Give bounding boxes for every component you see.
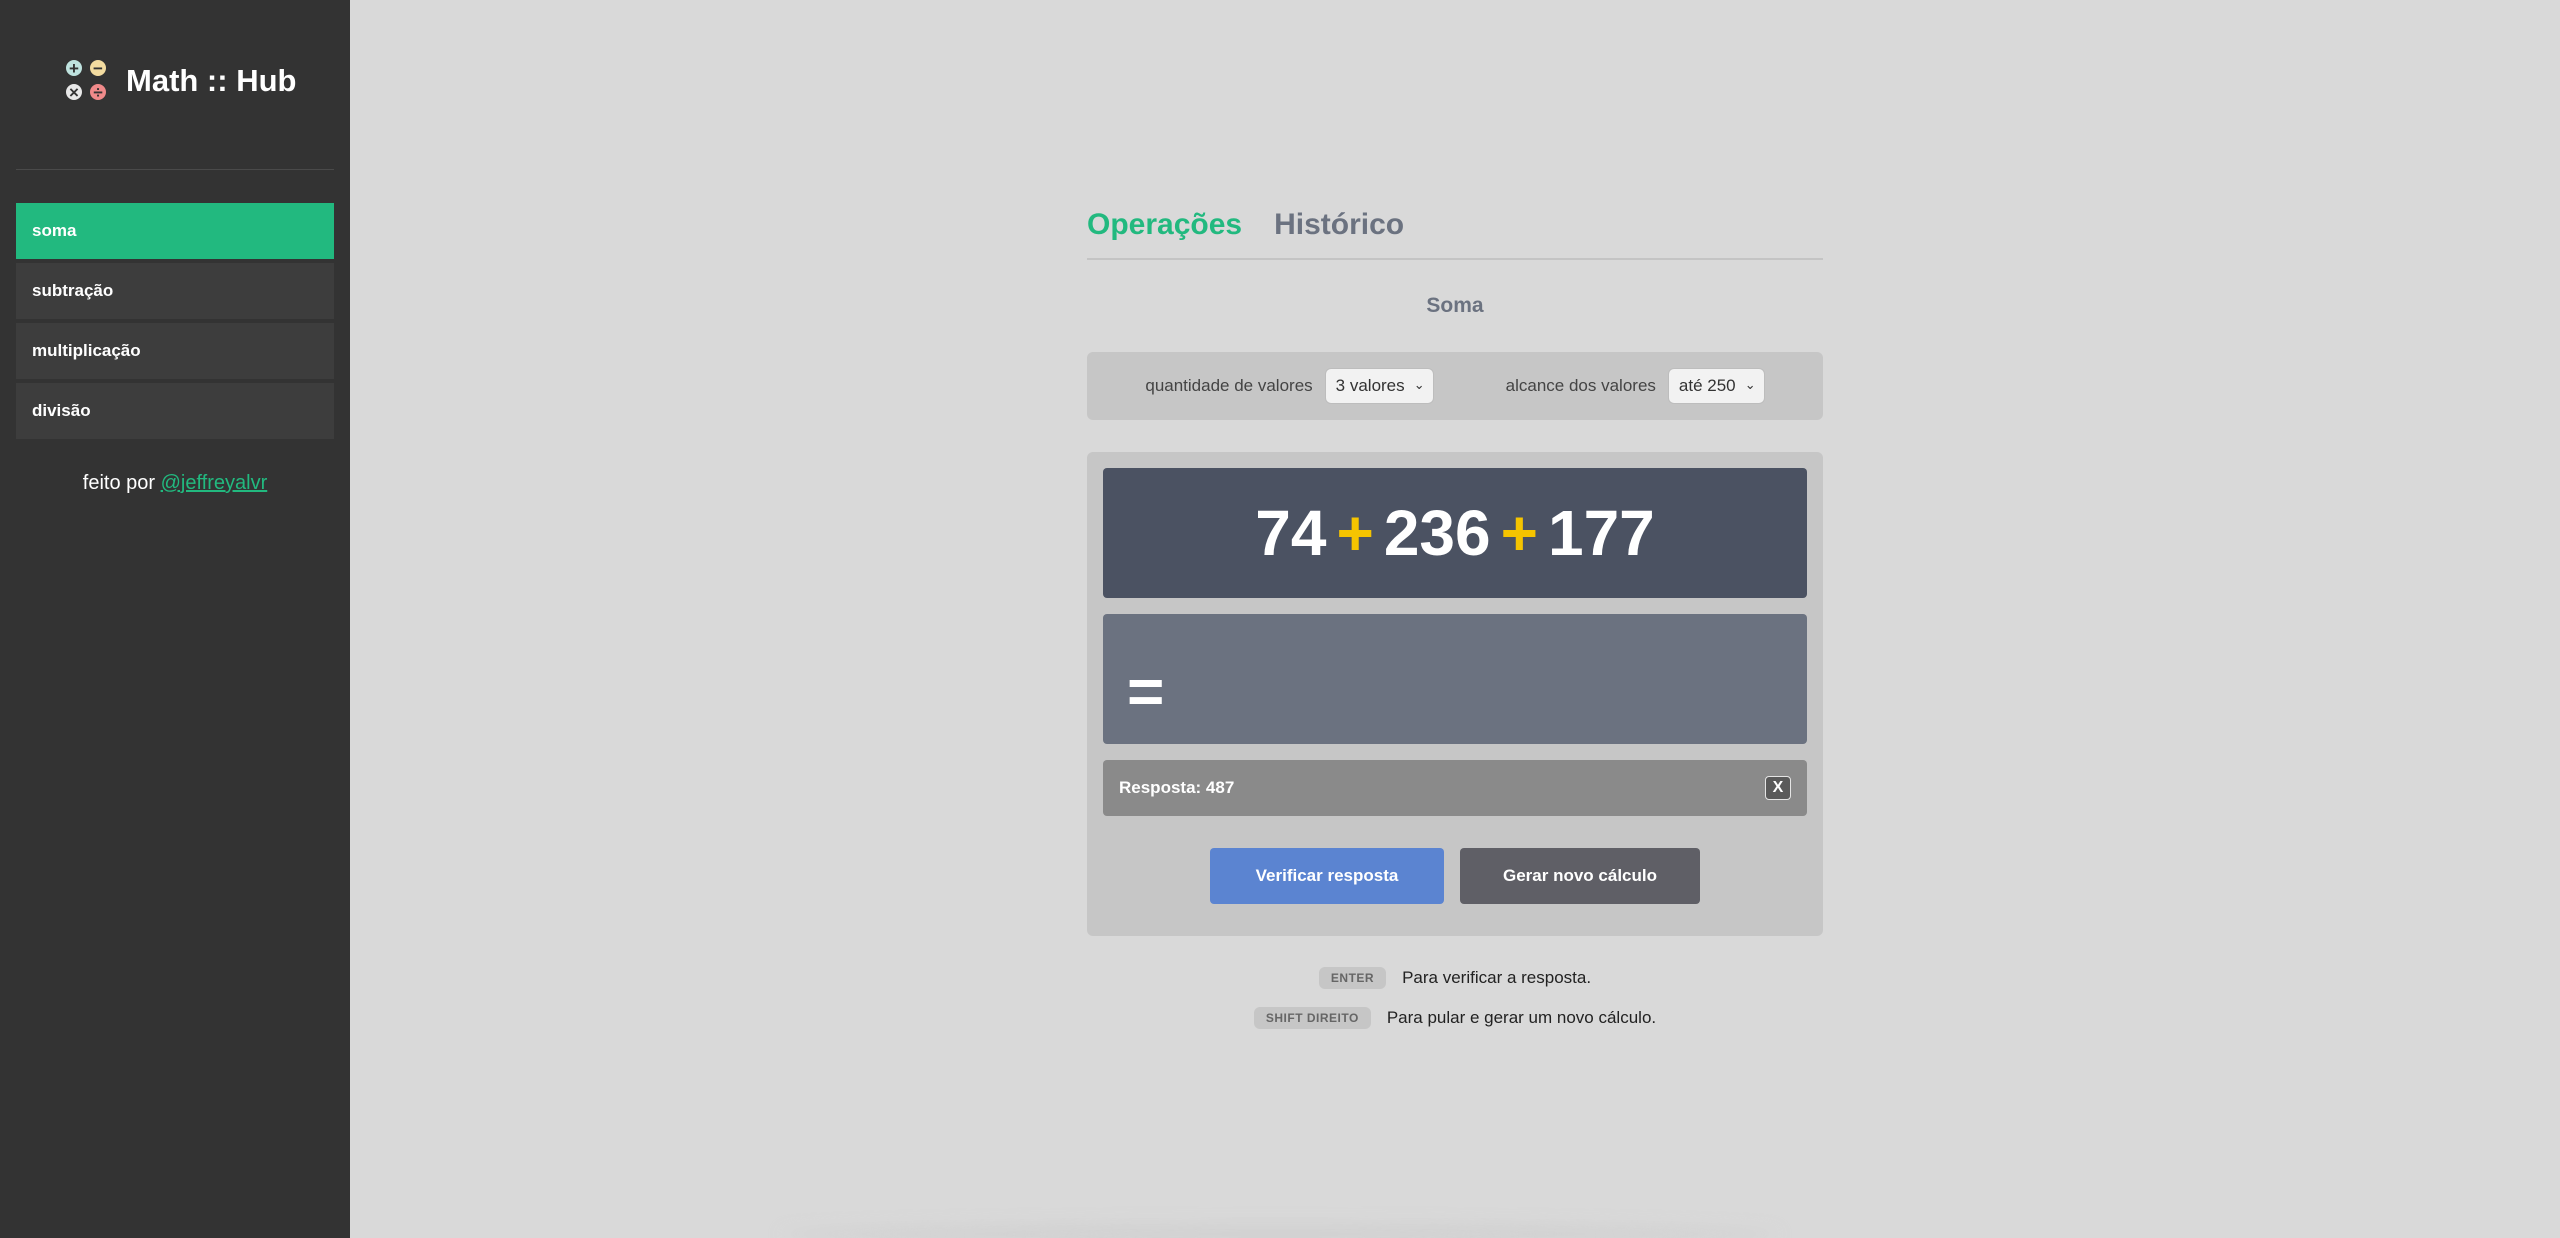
expression-value-1: 74 — [1255, 497, 1327, 569]
times-circle-icon: × — [64, 82, 84, 102]
range-option: alcance dos valores até 250 ⌄ — [1506, 368, 1765, 404]
range-select[interactable]: até 250 ⌄ — [1667, 368, 1765, 404]
hint-shift: SHIFT DIREITO Para pular e gerar um novo… — [1087, 1006, 1823, 1030]
brand-icons: + − × ÷ — [64, 58, 110, 104]
hint-enter-text: Para verificar a resposta. — [1402, 968, 1592, 987]
enter-key-badge: ENTER — [1318, 967, 1387, 989]
hint-enter: ENTER Para verificar a resposta. — [1087, 966, 1823, 990]
brand-title: Math :: Hub — [126, 63, 297, 98]
operation-nav: soma subtração multiplicação divisão — [16, 203, 334, 443]
divide-circle-icon: ÷ — [88, 82, 108, 102]
close-reveal-button[interactable]: X — [1765, 776, 1791, 800]
expression-value-3: 177 — [1547, 497, 1655, 569]
new-calculation-button[interactable]: Gerar novo cálculo — [1460, 848, 1700, 904]
sidebar-item-subtracao[interactable]: subtração — [16, 263, 334, 319]
plus-circle-icon: + — [64, 58, 84, 78]
sidebar-item-soma[interactable]: soma — [16, 203, 334, 259]
sidebar: + − × ÷ Math :: Hub soma subtração multi… — [0, 0, 350, 1238]
credit: feito por @jeffreyalvr — [0, 472, 350, 495]
expression-display: 74 + 236 + 177 — [1103, 468, 1807, 598]
tabs: Operações Histórico — [1087, 208, 1823, 260]
section-title: Soma — [1426, 294, 1484, 317]
action-buttons: Verificar resposta Gerar novo cálculo — [1087, 848, 1823, 904]
bottom-shadow — [780, 1224, 1780, 1238]
plus-operator: + — [1336, 497, 1374, 569]
answer-input[interactable] — [1183, 644, 1783, 714]
author-link[interactable]: @jeffreyalvr — [161, 472, 268, 494]
sidebar-divider — [16, 169, 334, 170]
count-select-value: 3 valores — [1335, 376, 1405, 395]
count-option: quantidade de valores 3 valores ⌄ — [1145, 368, 1434, 404]
minus-circle-icon: − — [88, 58, 108, 78]
chevron-down-icon: ⌄ — [1744, 377, 1756, 392]
answer-box: = — [1103, 614, 1807, 744]
answer-reveal: Resposta: 487 X — [1103, 760, 1807, 816]
shift-key-badge: SHIFT DIREITO — [1253, 1007, 1371, 1029]
tab-operacoes[interactable]: Operações — [1087, 208, 1242, 258]
verify-answer-button[interactable]: Verificar resposta — [1210, 848, 1444, 904]
options-bar: quantidade de valores 3 valores ⌄ alcanc… — [1087, 352, 1823, 420]
chevron-down-icon: ⌄ — [1413, 377, 1425, 392]
count-label: quantidade de valores — [1145, 376, 1313, 395]
range-label: alcance dos valores — [1505, 376, 1656, 395]
keyboard-hints: ENTER Para verificar a resposta. SHIFT D… — [1087, 966, 1823, 1046]
calc-panel: 74 + 236 + 177 = Resposta: 487 X Verific… — [1087, 452, 1823, 936]
plus-operator: + — [1500, 497, 1538, 569]
answer-reveal-text: Resposta: 487 — [1119, 778, 1235, 797]
tab-historico[interactable]: Histórico — [1274, 208, 1404, 258]
sidebar-item-multiplicacao[interactable]: multiplicação — [16, 323, 334, 379]
equals-sign: = — [1127, 655, 1165, 727]
expression-value-2: 236 — [1383, 497, 1491, 569]
count-select[interactable]: 3 valores ⌄ — [1324, 368, 1434, 404]
brand-logo[interactable]: + − × ÷ Math :: Hub — [64, 58, 296, 104]
sidebar-item-divisao[interactable]: divisão — [16, 383, 334, 439]
credit-prefix: feito por — [82, 472, 156, 494]
range-select-value: até 250 — [1678, 376, 1736, 395]
hint-shift-text: Para pular e gerar um novo cálculo. — [1386, 1008, 1657, 1027]
